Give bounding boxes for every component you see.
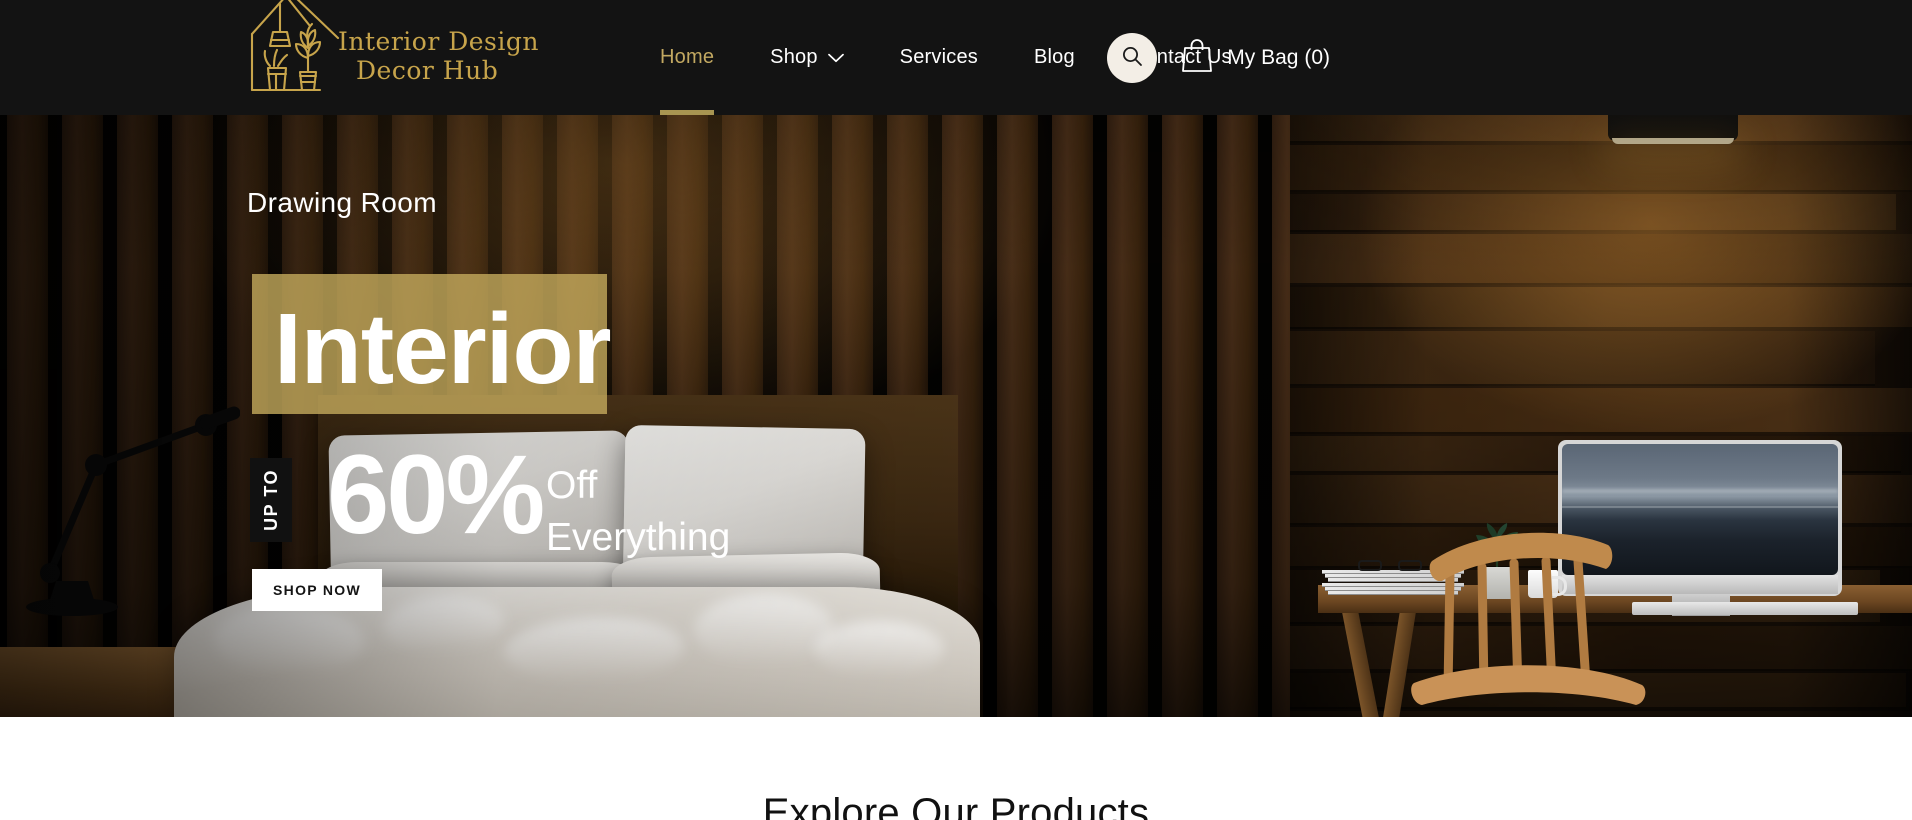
nav-label-shop: Shop (770, 46, 818, 68)
site-logo[interactable]: Interior Design Decor Hub (246, 0, 538, 106)
logo-line-2: Decor Hub (356, 55, 499, 85)
logo-wordmark: Interior Design Decor Hub (338, 27, 539, 86)
hero-headline: Interior (274, 293, 611, 405)
up-to-badge: UP TO (250, 458, 292, 542)
shop-now-button[interactable]: SHOP NOW (252, 569, 382, 611)
hero-content: Drawing Room Interior UP TO 60% Off Ever… (0, 115, 1912, 717)
section-title: Explore Our Products (762, 791, 1150, 820)
discount-off-label: Off (546, 464, 598, 507)
nav-label-blog: Blog (1033, 46, 1075, 68)
nav-item-blog[interactable]: Blog (1034, 0, 1075, 115)
logo-line-1: Interior Design (338, 27, 539, 56)
site-header: Interior Design Decor Hub Home Shop Serv… (0, 0, 1912, 115)
cart-label: My Bag (0) (1227, 45, 1330, 69)
cart-link[interactable]: My Bag (0) (1181, 37, 1330, 78)
chevron-down-icon (827, 46, 844, 69)
discount-everything-label: Everything (546, 516, 731, 559)
search-button[interactable] (1107, 32, 1158, 83)
search-icon (1120, 44, 1144, 71)
page-root: Interior Design Decor Hub Home Shop Serv… (0, 0, 1912, 820)
hero-banner: Drawing Room Interior UP TO 60% Off Ever… (0, 115, 1912, 717)
up-to-label: UP TO (260, 469, 281, 531)
shopping-bag-icon (1181, 37, 1213, 78)
nav-item-home[interactable]: Home (660, 0, 714, 115)
nav-item-shop[interactable]: Shop (770, 0, 844, 115)
explore-products-section: Explore Our Products (0, 717, 1912, 820)
hero-eyebrow: Drawing Room (247, 187, 437, 218)
nav-label-home: Home (660, 46, 715, 68)
nav-item-services[interactable]: Services (900, 0, 978, 115)
nav-label-services: Services (899, 46, 978, 68)
header-actions: My Bag (0) (1107, 0, 1330, 115)
discount-percent: 60% (327, 432, 545, 557)
